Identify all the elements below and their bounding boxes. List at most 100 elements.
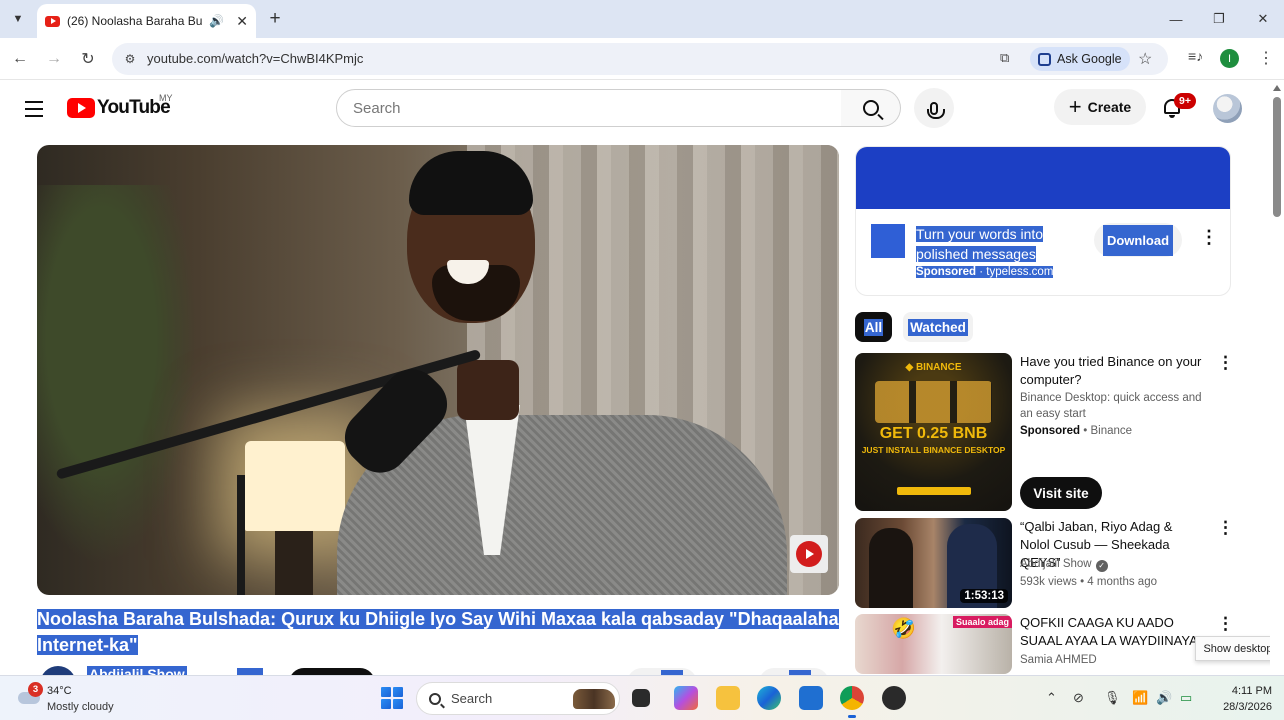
list-item-video[interactable]: 1:53:13 “Qalbi Jaban, Riyo Adag & Nolol … [855,518,1245,608]
page-scrollbar[interactable] [1270,81,1284,675]
chip-watched[interactable]: Watched [903,312,973,342]
notification-count-badge: 9+ [1174,93,1196,109]
browser-tab-active[interactable]: (26) Noolasha Baraha Bulshada 🔊 ✕ [37,4,256,38]
hide-icon[interactable]: ⊘ [1073,690,1084,706]
close-tab-icon[interactable]: ✕ [236,13,248,30]
hamburger-menu-icon[interactable] [22,98,46,120]
windows-taskbar: 3 34°C Mostly cloudy Search ⌃ ⊘ 🎙 📶 🔊 ▭ … [0,675,1284,720]
more-options-icon[interactable]: ⋮ [1217,353,1234,373]
list-item-binance-ad[interactable]: ◆ BINANCE GET 0.25 BNB JUST INSTALL BINA… [855,353,1245,513]
reco-title[interactable]: QOFKII CAAGA KU AADO SUAAL AYAA LA WAYDI… [1020,614,1202,650]
ad-more-icon[interactable]: ⋮ [1200,227,1218,248]
search-highlight-image [573,689,615,709]
new-tab-icon[interactable]: + [264,8,286,30]
restore-icon[interactable]: ❐ [1204,8,1234,30]
search-box [336,89,842,127]
close-window-icon[interactable]: ✕ [1248,8,1278,30]
tab-search-chevron-icon[interactable]: ▼ [6,7,30,31]
show-desktop-tooltip: Show desktop [1195,636,1281,661]
bookmark-star-icon[interactable]: ☆ [1138,49,1152,69]
install-app-icon[interactable]: ⧉ [1000,50,1009,66]
tab-title: (26) Noolasha Baraha Bulshada [67,14,203,28]
clock-time: 4:11 PM [1231,685,1272,697]
verified-check-icon: ✓ [1095,560,1108,572]
create-button[interactable]: + Create [1054,89,1146,125]
youtube-logo[interactable]: YouTube MY [67,93,173,119]
url-text[interactable]: youtube.com/watch?v=ChwBI4KPmjc [147,51,363,66]
taskbar-search[interactable]: Search [416,682,620,715]
chrome-icon[interactable] [840,686,864,718]
back-arrow-icon[interactable]: ← [8,47,32,71]
reco-channel[interactable]: Samia AHMED [1020,654,1097,666]
video-title: Noolasha Baraha Bulshada: Qurux ku Dhiig… [37,606,839,658]
scroll-up-arrow-icon[interactable] [1273,85,1281,91]
media-control-icon[interactable]: ≡♪ [1188,48,1203,64]
sponsored-label: Sponsored [1020,425,1081,437]
microphone-tray-icon[interactable]: 🎙 [1104,690,1121,706]
reco-meta: 593k views • 4 months ago [1020,576,1157,588]
file-explorer-icon[interactable] [716,686,740,710]
wifi-icon[interactable]: 📶 [1132,690,1148,706]
profile-avatar[interactable]: I [1220,49,1239,68]
advertiser-name: Binance [1090,425,1133,437]
reload-icon[interactable]: ↻ [76,47,100,71]
weather-widget[interactable]: 3 34°C Mostly cloudy [16,682,146,716]
search-icon [429,692,441,705]
ad-meta: Sponsored · typeless.com [916,266,1054,278]
show-hidden-icons-chevron[interactable]: ⌃ [1046,690,1057,706]
weather-badge: 3 [28,682,43,697]
video-thumbnail[interactable]: 1:53:13 [855,518,1012,608]
download-button[interactable]: Download [1094,223,1182,257]
address-bar[interactable]: ⚙ youtube.com/watch?v=ChwBI4KPmjc ⧉ Ask … [112,43,1168,75]
search-button[interactable] [841,89,901,127]
voice-search-button[interactable] [914,88,954,128]
ad-title[interactable]: Turn your words into polished messages [916,224,1066,264]
audio-playing-icon[interactable]: 🔊 [209,14,224,28]
volume-icon[interactable]: 🔊 [1156,690,1172,706]
browser-tab-strip: ▼ (26) Noolasha Baraha Bulshada 🔊 ✕ + — … [0,0,1284,38]
taskbar-search-label: Search [451,691,493,706]
edge-browser-icon[interactable] [757,686,781,710]
list-item-video[interactable]: 🤣 Suaalo adag QOFKII CAAGA KU AADO SUAAL… [855,614,1245,674]
scrollbar-thumb[interactable] [1273,97,1281,217]
minimize-icon[interactable]: — [1161,8,1191,30]
site-info-icon[interactable]: ⚙ [121,50,139,68]
microphone-icon [927,101,945,119]
task-view-icon[interactable] [632,689,650,707]
windows-start-icon[interactable] [381,687,403,709]
youtube-masthead: YouTube MY + Create 9+ [0,81,1270,137]
reco-title[interactable]: Have you tried Binance on your computer? [1020,353,1202,389]
sponsored-ad-card[interactable]: Turn your words into polished messages S… [855,146,1231,296]
country-code: MY [159,93,173,103]
duration-badge: 1:53:13 [960,589,1008,603]
ad-banner[interactable] [856,147,1230,209]
visit-site-button[interactable]: Visit site [1020,477,1102,509]
app-with-notification-icon[interactable] [882,686,906,710]
more-options-icon[interactable]: ⋮ [1217,614,1234,634]
reco-channel[interactable]: Abdijalil Show ✓ [1020,558,1108,572]
weather-condition: Mostly cloudy [47,701,114,713]
more-options-icon[interactable]: ⋮ [1217,518,1234,538]
forward-arrow-icon[interactable]: → [42,47,66,71]
ask-google-button[interactable]: Ask Google [1030,47,1130,71]
video-player[interactable] [37,145,839,595]
browser-toolbar: ← → ↻ ⚙ youtube.com/watch?v=ChwBI4KPmjc … [0,38,1284,80]
taskbar-clock[interactable]: 4:11 PM 28/3/2026 [1210,683,1272,715]
clock-date: 28/3/2026 [1223,701,1272,713]
google-lens-icon [1038,52,1051,66]
microsoft-store-icon[interactable] [799,686,823,710]
binance-thumbnail[interactable]: ◆ BINANCE GET 0.25 BNB JUST INSTALL BINA… [855,353,1012,511]
chip-all[interactable]: All [855,312,892,342]
search-icon [862,100,879,116]
video-thumbnail[interactable]: 🤣 Suaalo adag [855,614,1012,674]
plus-icon: + [1068,94,1082,119]
create-label: Create [1087,99,1132,115]
battery-charging-icon[interactable]: ▭ [1180,690,1192,706]
thumbnail-subline: JUST INSTALL BINANCE DESKTOP [861,445,1006,455]
ad-domain[interactable]: typeless.com [986,266,1054,278]
account-avatar[interactable] [1213,94,1242,123]
channel-watermark-icon[interactable] [790,535,828,573]
search-input[interactable] [353,99,823,117]
copilot-icon[interactable] [674,686,698,710]
browser-menu-icon[interactable]: ⋮ [1258,48,1274,68]
